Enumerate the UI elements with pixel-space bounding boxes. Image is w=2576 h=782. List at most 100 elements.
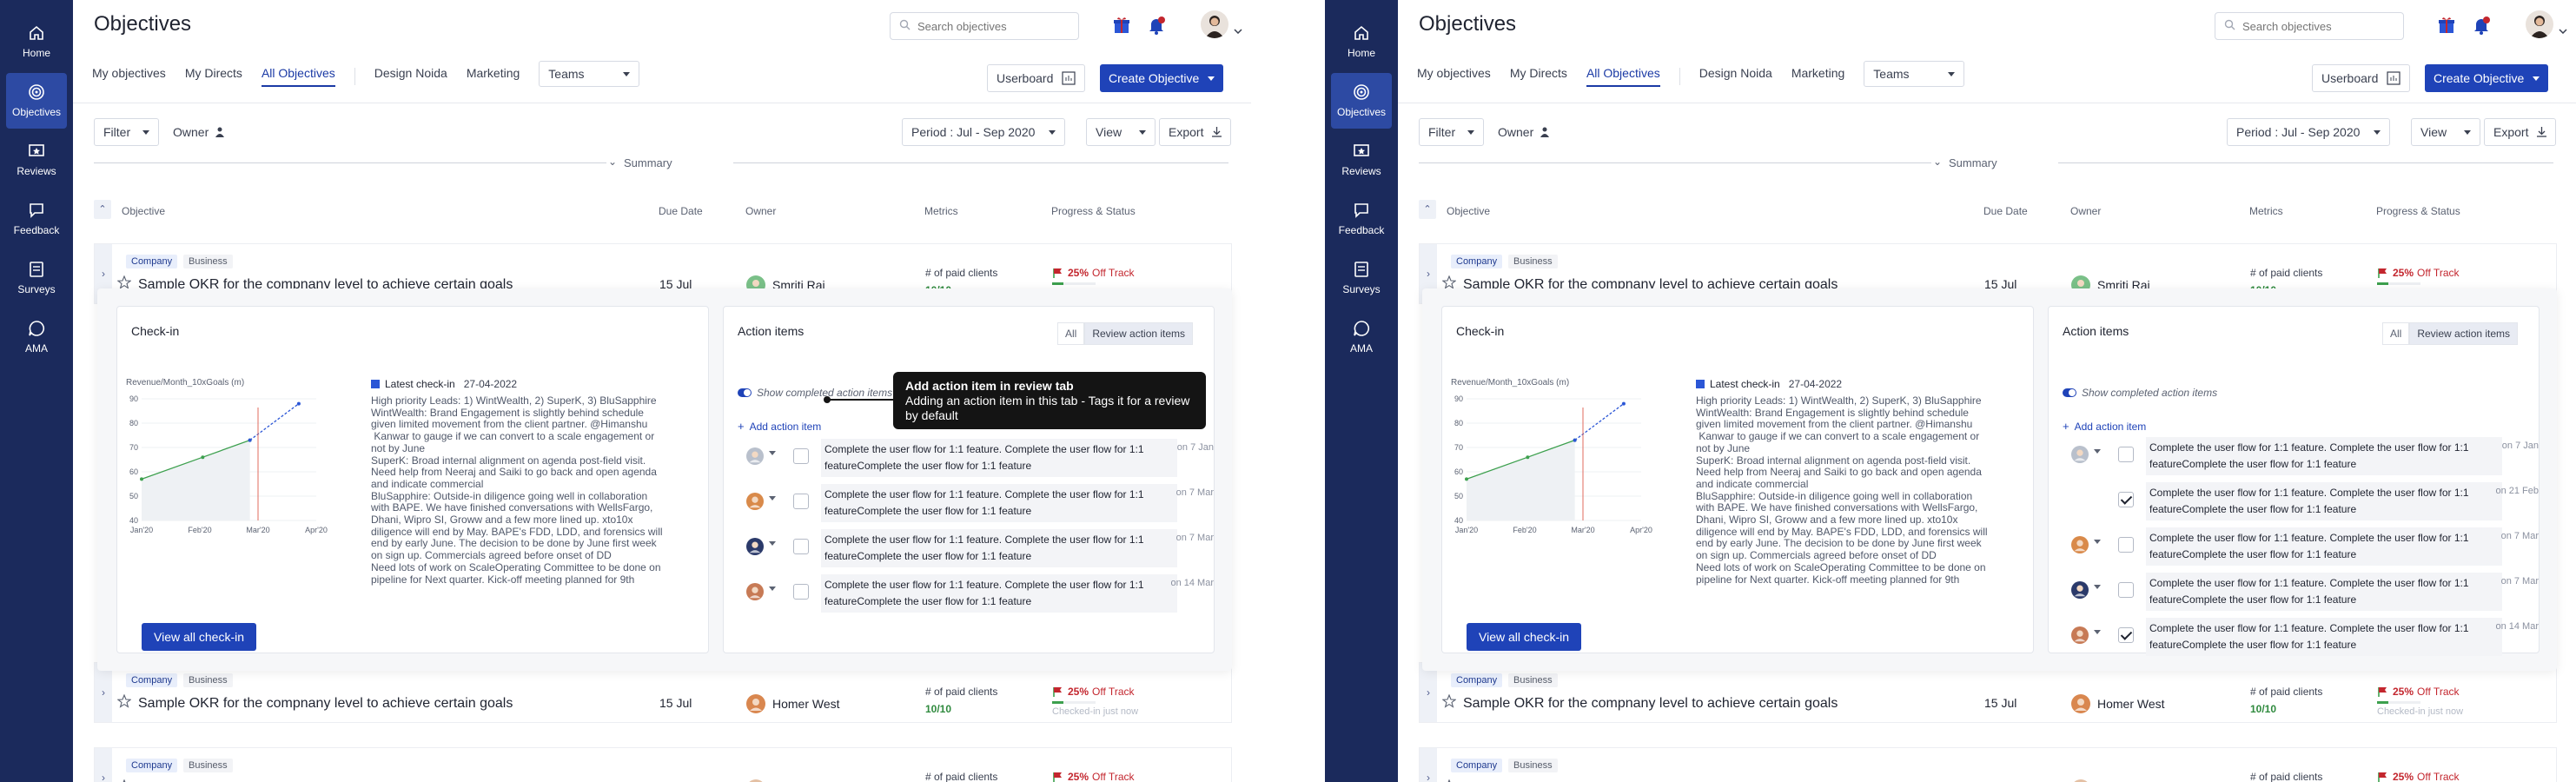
chevron-down-icon[interactable] xyxy=(1234,23,1242,38)
star-icon[interactable] xyxy=(116,693,132,712)
notification-bell-icon[interactable] xyxy=(1145,14,1168,36)
action-item-checkbox[interactable] xyxy=(2118,627,2134,643)
toggle-switch[interactable] xyxy=(738,388,752,397)
collapse-all-button[interactable]: ⌃ xyxy=(1419,200,1436,219)
export-button[interactable]: Export xyxy=(1159,118,1232,146)
period-select[interactable]: Period : Jul - Sep 2020 xyxy=(902,118,1066,146)
sidebar-item-reviews[interactable]: Reviews xyxy=(6,132,67,188)
period-select[interactable]: Period : Jul - Sep 2020 xyxy=(2227,118,2391,146)
tab-design-noida[interactable]: Design Noida xyxy=(374,66,447,87)
tab-my-objectives[interactable]: My objectives xyxy=(92,66,166,87)
action-item-row[interactable]: Complete the user flow for 1:1 feature. … xyxy=(2063,527,2549,566)
assignee-avatar[interactable] xyxy=(746,538,764,555)
caret-down-icon[interactable] xyxy=(769,586,776,591)
action-item-row[interactable]: Complete the user flow for 1:1 feature. … xyxy=(738,529,1224,567)
filter-button[interactable]: Filter xyxy=(1419,118,1485,146)
tab-review-action-items[interactable]: Review action items xyxy=(1084,322,1194,345)
sidebar-item-feedback[interactable]: Feedback xyxy=(1331,191,1392,247)
assignee-avatar[interactable] xyxy=(746,583,764,600)
caret-down-icon[interactable] xyxy=(2094,585,2101,589)
view-select[interactable]: View xyxy=(1086,118,1156,146)
action-item-checkbox[interactable] xyxy=(2118,582,2134,598)
sidebar-item-reviews[interactable]: Reviews xyxy=(1331,132,1392,188)
objective-name[interactable]: Sample OKR for the compnany level to ach… xyxy=(1463,696,1838,712)
show-completed-toggle[interactable]: Show completed action items xyxy=(738,387,892,399)
owner-filter-button[interactable]: Owner xyxy=(163,118,235,146)
tab-all[interactable]: All xyxy=(2382,322,2410,345)
view-all-checkin-button[interactable]: View all check-in xyxy=(142,623,257,651)
sidebar-item-objectives[interactable]: Objectives xyxy=(6,73,67,129)
assignee-avatar[interactable] xyxy=(2071,581,2089,599)
caret-down-icon[interactable] xyxy=(2094,449,2101,454)
sidebar-item-ama[interactable]: AMA xyxy=(1331,309,1392,365)
sidebar-item-home[interactable]: Home xyxy=(1331,14,1392,70)
action-item-row[interactable]: Complete the user flow for 1:1 feature. … xyxy=(2063,437,2549,475)
gift-icon[interactable] xyxy=(2435,14,2458,36)
teams-select[interactable]: Teams xyxy=(539,61,640,87)
sidebar-item-surveys[interactable]: Surveys xyxy=(1331,250,1392,306)
filter-button[interactable]: Filter xyxy=(94,118,160,146)
action-item-row[interactable]: Complete the user flow for 1:1 feature. … xyxy=(2063,618,2549,656)
search-box[interactable] xyxy=(2215,12,2404,40)
star-icon[interactable] xyxy=(1441,693,1457,712)
notification-bell-icon[interactable] xyxy=(2470,14,2493,36)
assignee-avatar[interactable] xyxy=(746,447,764,465)
expand-row-button[interactable]: › xyxy=(1420,663,1437,722)
owner-filter-button[interactable]: Owner xyxy=(1488,118,1560,146)
view-all-checkin-button[interactable]: View all check-in xyxy=(1467,623,1582,651)
tab-review-action-items[interactable]: Review action items xyxy=(2409,322,2519,345)
collapse-all-button[interactable]: ⌃ xyxy=(94,200,111,219)
tab-my-objectives[interactable]: My objectives xyxy=(1417,66,1491,87)
action-item-row[interactable]: Complete the user flow for 1:1 feature. … xyxy=(2063,482,2549,520)
create-objective-button[interactable]: Create Objective xyxy=(1100,64,1224,92)
action-item-checkbox[interactable] xyxy=(2118,537,2134,553)
objective-row[interactable]: ›CompanyBusinessSample OKR for the compn… xyxy=(94,747,1232,782)
search-input[interactable] xyxy=(917,19,1065,33)
sidebar-item-surveys[interactable]: Surveys xyxy=(6,250,67,306)
caret-down-icon[interactable] xyxy=(769,496,776,500)
expand-row-button[interactable]: › xyxy=(95,663,112,722)
tab-all-objectives[interactable]: All Objectives xyxy=(261,66,335,87)
action-item-row[interactable]: Complete the user flow for 1:1 feature. … xyxy=(738,574,1224,613)
sidebar-item-feedback[interactable]: Feedback xyxy=(6,191,67,247)
sidebar-item-home[interactable]: Home xyxy=(6,14,67,70)
action-item-row[interactable]: Complete the user flow for 1:1 feature. … xyxy=(738,484,1224,522)
userboard-button[interactable]: Userboard xyxy=(987,64,1086,92)
add-action-item-button[interactable]: + Add action item xyxy=(738,420,821,433)
action-item-checkbox[interactable] xyxy=(793,584,809,600)
assignee-avatar[interactable] xyxy=(2071,536,2089,553)
summary-toggle[interactable]: ⌄ Summary xyxy=(73,155,1251,172)
export-button[interactable]: Export xyxy=(2484,118,2557,146)
summary-toggle[interactable]: ⌄ Summary xyxy=(1398,155,2576,172)
action-item-checkbox[interactable] xyxy=(2118,492,2134,507)
tab-design-noida[interactable]: Design Noida xyxy=(1699,66,1772,87)
caret-down-icon[interactable] xyxy=(769,451,776,455)
caret-down-icon[interactable] xyxy=(769,541,776,546)
action-item-checkbox[interactable] xyxy=(793,494,809,509)
assignee-avatar[interactable] xyxy=(2071,626,2089,644)
tab-all[interactable]: All xyxy=(1057,322,1085,345)
caret-down-icon[interactable] xyxy=(2094,540,2101,544)
objective-name[interactable]: Sample OKR for the compnany level to ach… xyxy=(138,696,513,712)
sidebar-item-objectives[interactable]: Objectives xyxy=(1331,73,1392,129)
action-item-checkbox[interactable] xyxy=(793,448,809,464)
tab-all-objectives[interactable]: All Objectives xyxy=(1586,66,1660,87)
tab-marketing[interactable]: Marketing xyxy=(1791,66,1844,87)
gift-icon[interactable] xyxy=(1110,14,1133,36)
search-input[interactable] xyxy=(2242,19,2390,33)
caret-down-icon[interactable] xyxy=(2094,630,2101,634)
action-item-checkbox[interactable] xyxy=(793,539,809,554)
action-item-row[interactable]: Complete the user flow for 1:1 feature. … xyxy=(2063,573,2549,611)
objective-row[interactable]: ›CompanyBusinessSample OKR for the compn… xyxy=(1419,662,2557,723)
expand-row-button[interactable]: › xyxy=(95,748,112,782)
create-objective-button[interactable]: Create Objective xyxy=(2425,64,2549,92)
tab-marketing[interactable]: Marketing xyxy=(467,66,520,87)
sidebar-item-ama[interactable]: AMA xyxy=(6,309,67,365)
user-avatar[interactable] xyxy=(1201,10,1228,38)
assignee-avatar[interactable] xyxy=(2071,446,2089,463)
tab-my-directs[interactable]: My Directs xyxy=(1510,66,1567,87)
objective-row[interactable]: ›CompanyBusinessSample OKR for the compn… xyxy=(1419,747,2557,782)
toggle-switch[interactable] xyxy=(2063,388,2076,397)
expand-row-button[interactable]: › xyxy=(1420,748,1437,782)
view-select[interactable]: View xyxy=(2411,118,2481,146)
